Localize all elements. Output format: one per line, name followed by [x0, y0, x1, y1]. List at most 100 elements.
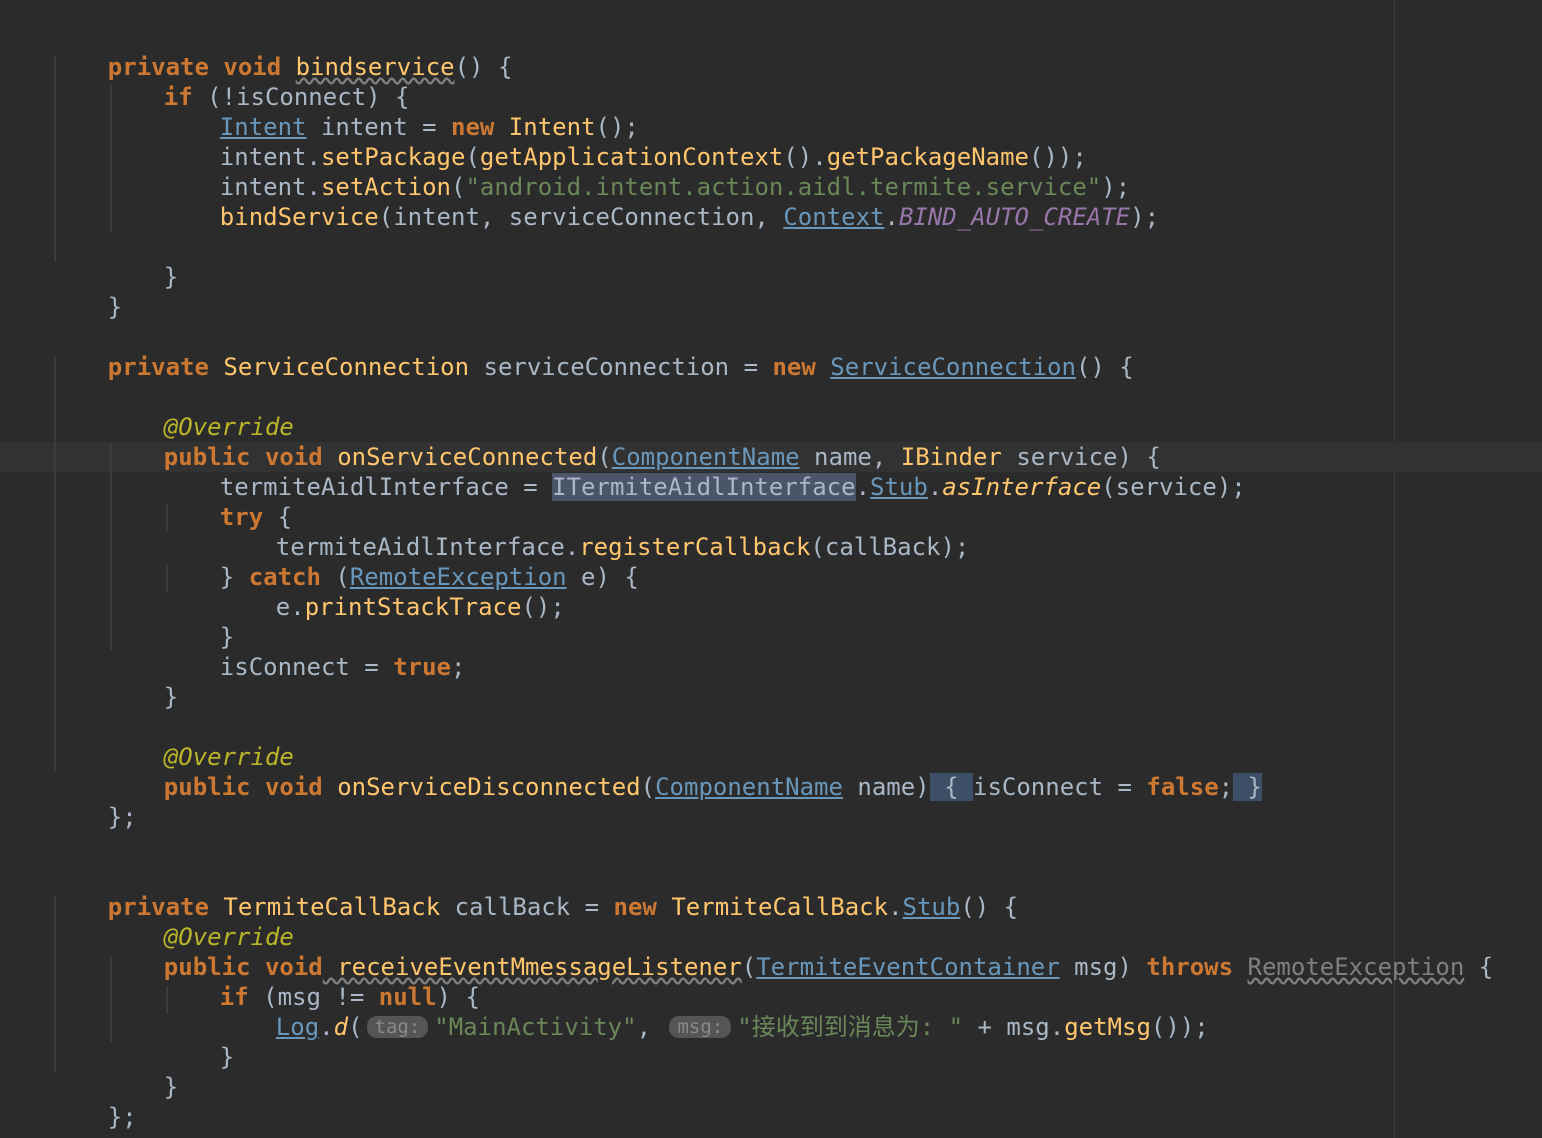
- class-name: ServiceConnection: [208, 353, 470, 381]
- code-line[interactable]: @Override: [106, 892, 294, 951]
- code-text: ;: [450, 653, 466, 681]
- string-literal: "接收到到消息为: ": [737, 1013, 964, 1041]
- code-line[interactable]: intent.setPackage(getApplicationContext(…: [162, 112, 1087, 171]
- code-text: ());: [1150, 1013, 1209, 1041]
- parameter-hint-tag: tag:: [366, 1016, 429, 1038]
- code-text: + msg.: [963, 1013, 1065, 1041]
- code-line[interactable]: } catch (RemoteException e) {: [162, 532, 639, 591]
- code-text: callBack =: [440, 893, 614, 921]
- keyword: true: [393, 653, 451, 681]
- keyword: private: [107, 353, 209, 381]
- code-text: msg): [1059, 953, 1147, 981]
- class-reference: Stub: [902, 893, 961, 921]
- code-text: .: [884, 203, 899, 231]
- code-line[interactable]: }: [162, 592, 234, 651]
- code-line[interactable]: private ServiceConnection serviceConnect…: [50, 322, 1134, 381]
- code-line[interactable]: }: [106, 232, 178, 291]
- method-name: getMsg: [1064, 1013, 1151, 1041]
- code-text: }: [107, 293, 123, 321]
- keyword: new: [772, 353, 816, 381]
- class-reference: Context: [783, 203, 885, 231]
- code-line[interactable]: bindService(intent, serviceConnection, C…: [162, 172, 1159, 231]
- class-reference: ComponentName: [655, 773, 843, 801]
- string-literal: "MainActivity": [434, 1013, 637, 1041]
- class-reference: ServiceConnection: [830, 353, 1076, 381]
- method-name: bindService: [219, 203, 379, 231]
- code-line[interactable]: isConnect = true;: [162, 622, 466, 681]
- code-text: e.: [275, 593, 305, 621]
- code-text: .: [319, 1013, 334, 1041]
- code-line[interactable]: @Override: [106, 712, 294, 771]
- code-line[interactable]: Intent intent = new Intent();: [162, 82, 639, 141]
- code-text: ();: [521, 593, 565, 621]
- code-line[interactable]: public void onServiceDisconnected(Compon…: [106, 742, 1262, 801]
- class-reference: TermiteEventContainer: [756, 953, 1060, 981]
- keyword: public: [163, 773, 251, 801]
- parameter-hint-msg: msg:: [669, 1016, 732, 1038]
- code-line[interactable]: private void bindservice() {: [50, 22, 513, 81]
- code-text: isConnect =: [973, 773, 1147, 801]
- code-line[interactable]: private TermiteCallBack callBack = new T…: [50, 862, 1018, 921]
- code-line[interactable]: }: [162, 1012, 234, 1071]
- code-text: .: [855, 473, 871, 501]
- class-reference: Log: [275, 1013, 320, 1041]
- code-text: };: [107, 1103, 137, 1131]
- code-line[interactable]: termiteAidlInterface.registerCallback(ca…: [218, 502, 970, 561]
- keyword: new: [613, 893, 657, 921]
- code-line[interactable]: }: [106, 652, 178, 711]
- code-text: (: [348, 1013, 363, 1041]
- code-line[interactable]: }: [50, 262, 122, 321]
- code-line[interactable]: e.printStackTrace();: [218, 562, 565, 621]
- code-text: e) {: [566, 563, 639, 591]
- unused-exception: RemoteException: [1247, 953, 1465, 981]
- code-text: ,: [636, 1013, 666, 1041]
- keyword: throws: [1146, 953, 1234, 981]
- code-editor[interactable]: private void bindservice() { if (!isConn…: [0, 0, 1542, 1138]
- static-field: BIND_AUTO_CREATE: [898, 203, 1131, 231]
- code-line[interactable]: if (msg != null) {: [162, 952, 480, 1011]
- code-text: {: [1464, 953, 1494, 981]
- code-line[interactable]: intent.setAction("android.intent.action.…: [162, 142, 1130, 201]
- code-line[interactable]: Log.d(tag: "MainActivity", msg: "接收到到消息为: …: [218, 982, 1209, 1041]
- code-text: (: [741, 953, 757, 981]
- code-text: }: [219, 1043, 235, 1071]
- code-text: name): [842, 773, 930, 801]
- keyword: false: [1146, 773, 1219, 801]
- folded-region-end[interactable]: }: [1233, 773, 1262, 801]
- code-text: () {: [960, 893, 1019, 921]
- code-text: () {: [454, 53, 513, 81]
- code-text: }: [163, 263, 179, 291]
- code-line[interactable]: };: [50, 772, 137, 831]
- method-name: printStackTrace: [304, 593, 522, 621]
- selected-text[interactable]: ITermiteAidlInterface: [552, 473, 856, 501]
- keyword: void: [264, 773, 323, 801]
- indent-guide: [54, 356, 56, 772]
- code-text: (intent, serviceConnection,: [378, 203, 784, 231]
- code-text: (: [640, 773, 656, 801]
- code-text: isConnect =: [219, 653, 394, 681]
- code-text: .: [927, 473, 943, 501]
- code-text: };: [107, 803, 137, 831]
- code-text: .: [888, 893, 903, 921]
- code-text: (service);: [1101, 473, 1246, 501]
- code-line[interactable]: if (!isConnect) {: [106, 52, 410, 111]
- code-text: serviceConnection =: [469, 353, 773, 381]
- code-line[interactable]: }: [106, 1042, 178, 1101]
- code-text: ;: [1218, 773, 1234, 801]
- folded-region-start[interactable]: {: [929, 773, 973, 801]
- code-line[interactable]: public void onServiceConnected(Component…: [106, 412, 1161, 471]
- code-line[interactable]: termiteAidlInterface = ITermiteAidlInter…: [162, 442, 1246, 501]
- code-line[interactable]: public void receiveEventMmessageListener…: [106, 922, 1493, 981]
- static-method: d: [333, 1013, 349, 1041]
- static-method: asInterface: [942, 473, 1102, 501]
- code-line[interactable]: try {: [162, 472, 292, 531]
- code-text: (callBack);: [810, 533, 970, 561]
- code-line[interactable]: @Override: [106, 382, 294, 441]
- code-text: );: [1130, 203, 1160, 231]
- code-line[interactable]: };: [50, 1072, 137, 1131]
- class-reference: Stub: [870, 473, 928, 501]
- code-text: }: [163, 683, 179, 711]
- class-name: TermiteCallBack: [656, 893, 889, 921]
